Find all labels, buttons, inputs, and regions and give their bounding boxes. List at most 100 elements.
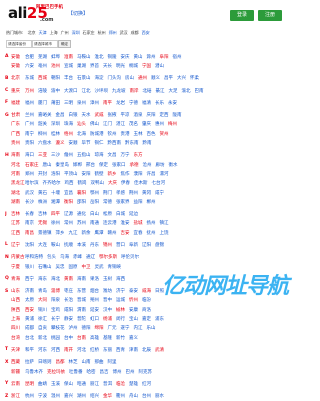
city-link[interactable]: 日喀则 [38, 359, 52, 365]
city-link[interactable]: 广州 [25, 121, 34, 127]
city-link[interactable]: 六盘水 [38, 140, 52, 146]
city-link[interactable]: 黄浦 [25, 316, 34, 322]
city-link[interactable]: 张家口 [112, 162, 126, 168]
city-link[interactable]: 舟山 [129, 393, 138, 399]
city-link[interactable]: 延边 [129, 211, 138, 217]
city-link[interactable]: 辽源 [64, 211, 73, 217]
city-link[interactable]: 镇江 [160, 220, 169, 226]
city-link[interactable]: 河西 [51, 347, 60, 353]
province-label[interactable]: 黑龙江 [11, 180, 25, 186]
city-link[interactable]: 珠海 [64, 121, 73, 127]
province-label[interactable]: 西藏 [11, 359, 25, 365]
city-link[interactable]: 遂宁 [121, 325, 130, 331]
hot-city-link[interactable]: 北京 [28, 30, 36, 35]
city-link[interactable]: 红桥 [90, 347, 99, 353]
city-link[interactable]: 铜陵 [108, 54, 117, 60]
city-link[interactable]: 河东 [38, 347, 47, 353]
city-link[interactable]: 长乐 [155, 100, 164, 106]
province-label[interactable]: 青海 [11, 276, 25, 282]
city-link[interactable]: 常德 [103, 199, 112, 205]
city-link[interactable]: 抚顺 [64, 242, 73, 248]
city-link[interactable]: 宝鸡 [51, 307, 60, 313]
city-link[interactable]: 文昌 [108, 152, 117, 158]
city-link[interactable]: 朔州 [90, 297, 99, 303]
province-label[interactable]: 安徽 [11, 54, 25, 60]
city-link[interactable]: 玉树 [103, 276, 112, 282]
city-link[interactable]: 海口 [25, 152, 34, 158]
city-link[interactable]: 三沙 [51, 152, 60, 158]
city-link[interactable]: 济宁 [116, 288, 125, 294]
city-link[interactable]: 安康 [129, 307, 138, 313]
province-label[interactable]: 河北 [11, 162, 25, 168]
city-link[interactable]: 门头沟 [108, 75, 122, 81]
city-link[interactable]: 漯河 [160, 171, 169, 177]
city-link[interactable]: 武威 [95, 112, 104, 118]
city-link[interactable]: 南宁 [25, 131, 34, 137]
city-link[interactable]: 黔东南 [125, 140, 139, 146]
city-link[interactable]: 西城 [38, 75, 47, 81]
city-link[interactable]: 琼海 [95, 152, 104, 158]
city-link[interactable]: 赤峰 [73, 254, 82, 260]
city-link[interactable]: 普陀 [77, 316, 86, 322]
city-link[interactable]: 通辽 [86, 254, 95, 260]
city-link[interactable]: 温州 [51, 393, 60, 399]
city-link[interactable]: 贵阳 [25, 140, 34, 146]
city-link[interactable]: 许昌 [147, 171, 156, 177]
city-link[interactable]: 南京 [25, 220, 34, 226]
city-link[interactable]: 嘉定 [142, 316, 151, 322]
city-link[interactable]: 平凉 [121, 112, 130, 118]
confirm-button[interactable]: 确定 [58, 40, 71, 48]
province-label[interactable]: 内蒙古 [11, 254, 25, 260]
city-link[interactable]: 马鞍山 [77, 54, 91, 60]
city-link[interactable]: 防城港 [90, 131, 104, 137]
city-link[interactable]: 威海 [142, 288, 151, 294]
city-link[interactable]: 宜春 [134, 230, 143, 236]
city-link[interactable]: 大兴 [177, 75, 186, 81]
city-link[interactable]: 沈阳 [25, 242, 34, 248]
city-link[interactable]: 兰州 [25, 112, 34, 118]
site-logo[interactable]: ali25 阿里巴巴手机 .com [8, 3, 63, 23]
city-link[interactable]: 七台河 [152, 180, 166, 186]
province-label[interactable]: 浙江 [11, 393, 25, 399]
city-link[interactable]: 茂名 [129, 121, 138, 127]
city-link[interactable]: 基隆 [103, 335, 112, 341]
city-link[interactable]: 吴忠 [56, 264, 65, 270]
city-link[interactable]: 渝北 [182, 88, 191, 94]
city-link[interactable]: 鄂尔多斯 [99, 254, 117, 260]
city-link[interactable]: 哈密 [87, 369, 96, 375]
city-link[interactable]: 新乡 [108, 171, 117, 177]
city-link[interactable]: 金华 [103, 393, 112, 399]
city-link[interactable]: 锦州 [103, 242, 112, 248]
province-label[interactable]: 贵州 [11, 140, 25, 146]
city-link[interactable]: 保山 [64, 381, 73, 387]
province-label[interactable]: 福建 [11, 100, 25, 106]
city-link[interactable]: 黔南 [143, 140, 152, 146]
hot-city-link[interactable]: 石家庄 [83, 30, 95, 35]
city-link[interactable]: 长宁 [51, 316, 60, 322]
city-link[interactable]: 嘉兴 [64, 393, 73, 399]
city-link[interactable]: 酒泉 [134, 112, 143, 118]
city-link[interactable]: 临沧 [116, 381, 125, 387]
city-link[interactable]: 长春 [25, 211, 34, 217]
city-link[interactable]: 阜阳 [160, 54, 169, 60]
city-link[interactable]: 黄石 [38, 190, 47, 196]
city-link[interactable]: 杭州 [25, 393, 34, 399]
province-label[interactable]: 广东 [11, 121, 25, 127]
city-link[interactable]: 泰安 [129, 288, 138, 294]
city-link[interactable]: 万宁 [121, 152, 130, 158]
city-link[interactable]: 扬州 [147, 220, 156, 226]
city-link[interactable]: 梧州 [64, 131, 73, 137]
city-link[interactable]: 衡阳 [64, 199, 73, 205]
city-link[interactable]: 江门 [103, 121, 112, 127]
city-link[interactable]: 福州 [25, 100, 34, 106]
city-link[interactable]: 九江 [69, 230, 78, 236]
city-link[interactable]: 浦东 [155, 316, 164, 322]
province-label[interactable]: 云南 [11, 381, 25, 387]
city-link[interactable]: 松原 [103, 211, 112, 217]
city-link[interactable]: 綦江 [156, 88, 165, 94]
province-label[interactable]: 北京 [11, 75, 25, 81]
city-link[interactable]: 盘锦 [155, 242, 164, 248]
city-link[interactable]: 内江 [134, 325, 143, 331]
city-link[interactable]: 玉林 [134, 131, 143, 137]
city-link[interactable]: 安庆 [121, 54, 130, 60]
